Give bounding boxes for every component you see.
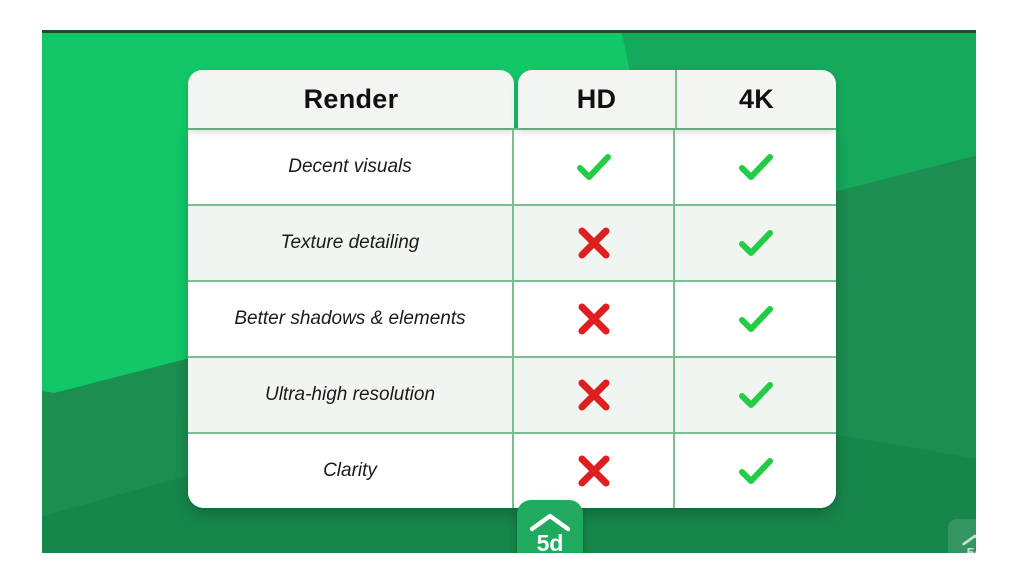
hd-cross-icon bbox=[514, 358, 675, 432]
hd-cross-icon bbox=[514, 282, 675, 356]
hd-cross-icon bbox=[514, 434, 675, 508]
svg-text:5d: 5d bbox=[537, 530, 564, 553]
header-panel-feature: Render bbox=[188, 70, 514, 128]
hd-cross-icon bbox=[514, 206, 675, 280]
green-slide-panel: Render HD 4K Decent visuals Texture deta… bbox=[42, 30, 976, 553]
fourk-check-icon bbox=[675, 434, 836, 508]
house-5d-icon: 5d bbox=[529, 513, 571, 553]
table-header-row: Render HD 4K bbox=[188, 70, 836, 128]
header-panel-tiers: HD 4K bbox=[518, 70, 836, 128]
table-row: Clarity bbox=[188, 434, 836, 508]
hd-check-icon bbox=[514, 130, 675, 204]
column-header-render: Render bbox=[303, 83, 399, 114]
slide-canvas: Render HD 4K Decent visuals Texture deta… bbox=[0, 0, 1024, 582]
table-body: Decent visuals Texture detailing Better … bbox=[188, 128, 836, 508]
fourk-check-icon bbox=[675, 130, 836, 204]
table-row: Texture detailing bbox=[188, 206, 836, 282]
fourk-check-icon bbox=[675, 358, 836, 432]
render-comparison-table: Render HD 4K Decent visuals Texture deta… bbox=[188, 70, 836, 508]
svg-text:5d: 5d bbox=[966, 546, 976, 553]
feature-label: Texture detailing bbox=[188, 206, 514, 280]
feature-label: Better shadows & elements bbox=[188, 282, 514, 356]
fourk-check-icon bbox=[675, 206, 836, 280]
table-row: Better shadows & elements bbox=[188, 282, 836, 358]
column-header-4k: 4K bbox=[738, 83, 775, 114]
fourk-check-icon bbox=[675, 282, 836, 356]
feature-label: Ultra-high resolution bbox=[188, 358, 514, 432]
slide-top-rule bbox=[42, 30, 976, 33]
house-5d-watermark-icon: 5d bbox=[962, 534, 976, 553]
column-header-hd: HD bbox=[518, 70, 677, 128]
feature-label: Clarity bbox=[188, 434, 514, 508]
table-row: Ultra-high resolution bbox=[188, 358, 836, 434]
feature-label: Decent visuals bbox=[188, 130, 514, 204]
table-row: Decent visuals bbox=[188, 130, 836, 206]
planner-5d-logo: 5d bbox=[517, 500, 583, 553]
planner-5d-watermark: 5d bbox=[948, 519, 976, 553]
